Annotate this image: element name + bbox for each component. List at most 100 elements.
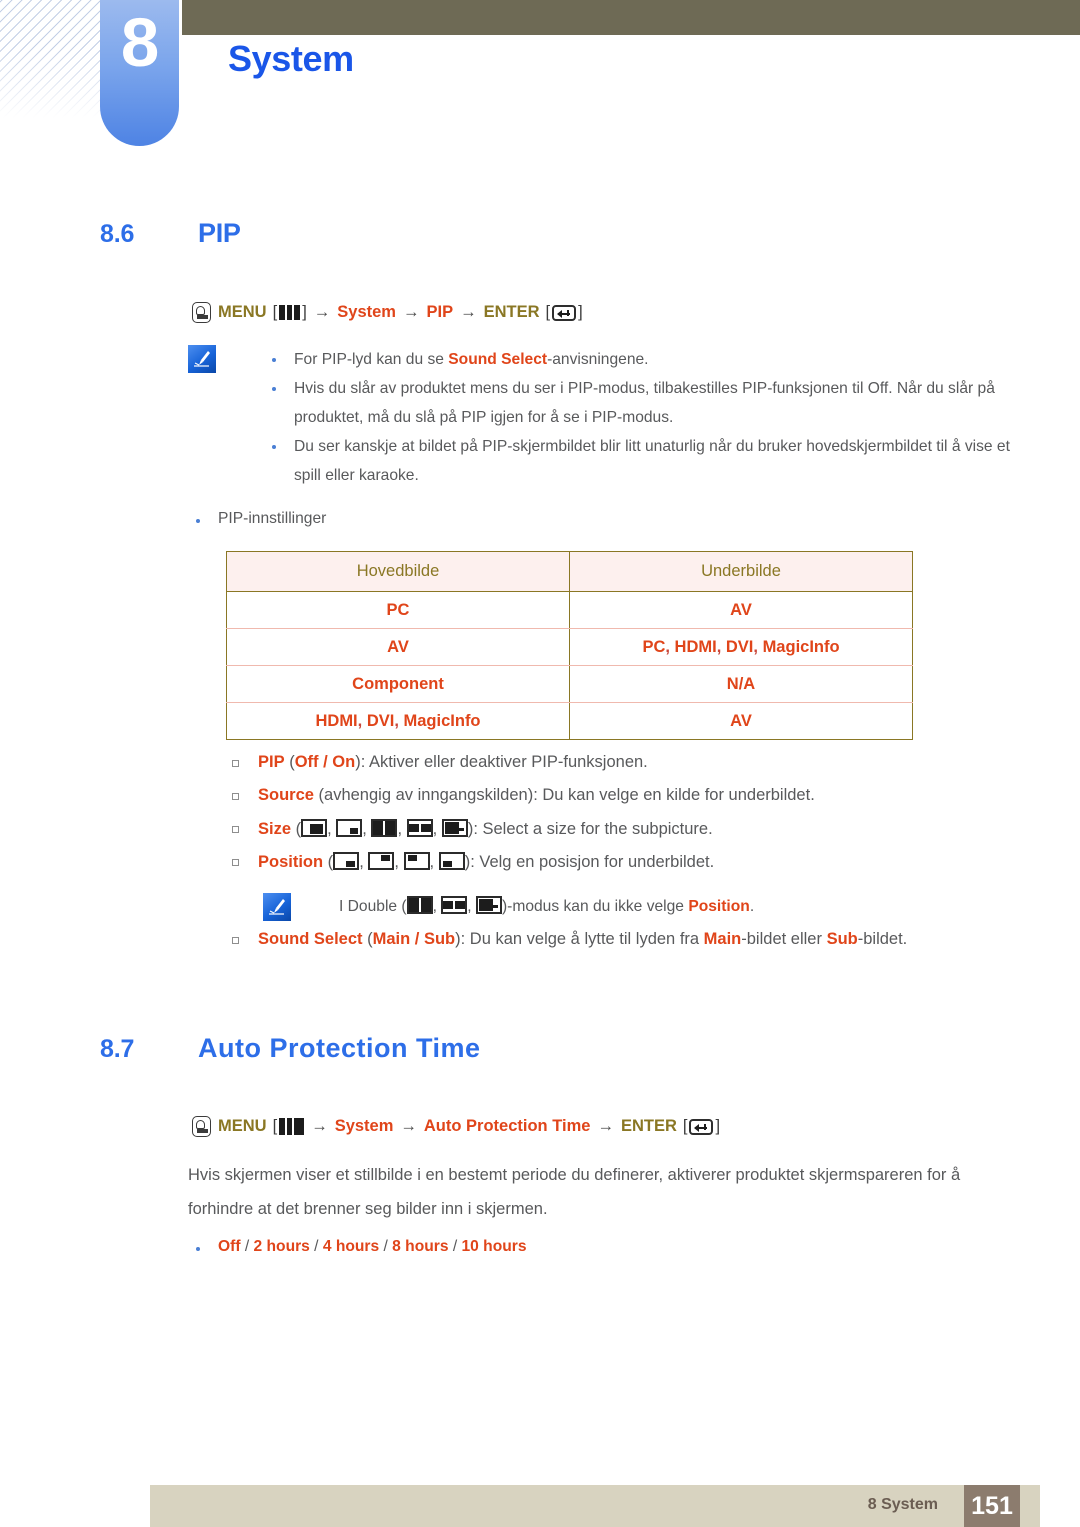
table-cell-token: DVI bbox=[725, 637, 754, 656]
bracket-open-2: [ bbox=[545, 303, 551, 321]
table-row: HDMI, DVI, MagicInfo AV bbox=[226, 702, 913, 740]
option-pip: PIP (Off / On): Aktiver eller deaktiver … bbox=[222, 753, 648, 772]
pip-size-double-dash-icon bbox=[441, 819, 468, 837]
option-desc: : Du kan velge å lytte til lyden fra Mai… bbox=[460, 930, 908, 948]
pip-size-double-wide-icon bbox=[406, 819, 433, 837]
menu-path-auto-protection-time: MENU [ → System → Auto Protection Time →… bbox=[192, 1116, 720, 1137]
double-note-pre: I Double ( bbox=[339, 898, 407, 915]
option-desc: : Velg en posisjon for underbildet. bbox=[470, 853, 715, 871]
option-source: Source (avhengig av inngangskilden): Du … bbox=[222, 786, 815, 805]
token-separator: , bbox=[716, 637, 726, 656]
value-option: 10 hours bbox=[461, 1238, 527, 1255]
menu-bars-icon bbox=[279, 305, 301, 320]
icon-sep: , bbox=[429, 853, 439, 871]
option-size: Size (, , , , ): Select a size for the s… bbox=[222, 819, 713, 839]
path-arrow-3: → bbox=[597, 1117, 614, 1135]
pip-settings-bullet: PIP-innstillinger bbox=[188, 510, 326, 528]
token-separator: , bbox=[665, 637, 675, 656]
table-header-row: Hovedbilde Underbilde bbox=[226, 551, 913, 592]
option-name: PIP bbox=[258, 753, 285, 771]
pip-position-top-right-icon bbox=[368, 852, 395, 870]
enter-key-icon bbox=[552, 304, 577, 321]
option-desc: : Du kan velge en kilde for underbildet. bbox=[533, 786, 815, 804]
section-title: Auto Protection Time bbox=[198, 1033, 481, 1063]
enter-label: ENTER bbox=[620, 1117, 677, 1135]
table-row: PC AV bbox=[226, 591, 913, 629]
menu-label: MENU bbox=[218, 1117, 267, 1135]
inline-highlight: Sub bbox=[826, 930, 858, 948]
section-heading-auto-protection-time: 8.7 Auto Protection Time bbox=[100, 1033, 481, 1064]
value-separator: / bbox=[309, 1238, 323, 1255]
path-arrow-1: → bbox=[311, 1117, 328, 1135]
option-desc: : Select a size for the subpicture. bbox=[473, 820, 713, 838]
note-pen-glyph bbox=[269, 899, 285, 915]
note-text: Du ser kanskje at bildet på PIP-skjermbi… bbox=[294, 438, 1010, 484]
option-values: Off / On bbox=[294, 753, 356, 771]
option-name: Size bbox=[258, 820, 292, 838]
option-sound-select: Sound Select (Main / Sub): Du kan velge … bbox=[222, 930, 907, 949]
bracket-close-2: ] bbox=[715, 1117, 721, 1135]
value-option: Off bbox=[218, 1238, 241, 1255]
double-note-highlight: Position bbox=[688, 898, 750, 915]
bracket-close: ] bbox=[302, 303, 307, 321]
pip-size-bottom-right-large-icon bbox=[301, 819, 328, 837]
table-cell-sub: PC, HDMI, DVI, MagicInfo bbox=[569, 628, 913, 666]
table-cell-main: PC bbox=[226, 591, 570, 629]
option-paren-open: ( bbox=[362, 930, 373, 948]
option-paren-open: ( bbox=[323, 853, 334, 871]
table-row: AV PC, HDMI, DVI, MagicInfo bbox=[226, 628, 913, 666]
bracket-open: [ bbox=[272, 303, 278, 321]
path-node-system: System bbox=[337, 303, 396, 321]
double-note-mid: )-modus kan du ikke velge bbox=[501, 898, 689, 915]
pip-position-bottom-right-icon bbox=[333, 852, 360, 870]
icon-sep: , bbox=[432, 898, 442, 915]
icon-sep: , bbox=[359, 853, 369, 871]
value-option: 8 hours bbox=[392, 1238, 449, 1255]
table-cell-main: HDMI, DVI, MagicInfo bbox=[226, 702, 570, 740]
note-highlight: Sound Select bbox=[448, 351, 548, 368]
token-separator: , bbox=[357, 711, 367, 730]
pip-combination-table: Hovedbilde Underbilde PC AV AV PC, HDMI,… bbox=[226, 551, 913, 740]
table-cell-token: HDMI bbox=[674, 637, 717, 656]
note-pen-icon bbox=[263, 893, 291, 921]
bracket-open: [ bbox=[272, 1117, 278, 1135]
auto-protection-paragraph: Hvis skjermen viser et stillbilde i en b… bbox=[188, 1166, 961, 1218]
path-arrow-2: → bbox=[402, 303, 420, 321]
value-option: 4 hours bbox=[322, 1238, 380, 1255]
inline-highlight: Main bbox=[703, 930, 742, 948]
double-note-text: I Double (, , )-modus kan du ikke velge … bbox=[339, 893, 754, 921]
option-desc: : Aktiver eller deaktiver PIP-funksjonen… bbox=[360, 753, 648, 771]
option-values: avhengig av inngangskilden bbox=[324, 786, 528, 804]
note-pen-icon bbox=[188, 345, 216, 373]
page-footer: 8 System 151 bbox=[150, 1485, 1040, 1527]
footer-label: 8 System bbox=[867, 1496, 938, 1513]
pip-position-bottom-left-icon bbox=[438, 852, 465, 870]
menu-bars-icon bbox=[279, 1118, 305, 1135]
path-arrow-3: → bbox=[460, 303, 477, 321]
icon-sep: , bbox=[467, 898, 476, 915]
path-node-auto-protection-time: Auto Protection Time bbox=[423, 1117, 591, 1135]
pip-note-block: For PIP-lyd kan du se Sound Select-anvis… bbox=[188, 345, 1018, 490]
pip-size-double-split-icon bbox=[406, 896, 433, 914]
path-arrow-1: → bbox=[313, 303, 331, 321]
pip-note-list: For PIP-lyd kan du se Sound Select-anvis… bbox=[264, 345, 1018, 490]
path-node-pip: PIP bbox=[426, 303, 454, 321]
table-cell-token: HDMI bbox=[315, 711, 358, 730]
icon-sep: , bbox=[327, 820, 337, 838]
bracket-open-2: [ bbox=[682, 1117, 688, 1135]
table-cell-sub: N/A bbox=[569, 665, 913, 703]
table-cell-token: DVI bbox=[366, 711, 395, 730]
option-name: Source bbox=[258, 786, 314, 804]
enter-label: ENTER bbox=[483, 303, 540, 321]
pip-size-double-dash-icon bbox=[475, 896, 502, 914]
pip-position-top-left-icon bbox=[403, 852, 430, 870]
header-olive-bar bbox=[182, 0, 1080, 35]
pip-size-double-wide-icon bbox=[441, 896, 468, 914]
icon-sep: , bbox=[397, 820, 407, 838]
chapter-number: 8 bbox=[120, 4, 159, 81]
table-cell-token: MagicInfo bbox=[762, 637, 840, 656]
note-pen-glyph bbox=[194, 351, 210, 367]
pip-size-double-split-icon bbox=[371, 819, 398, 837]
note-text-post: -anvisningene. bbox=[547, 351, 649, 368]
icon-sep: , bbox=[432, 820, 442, 838]
